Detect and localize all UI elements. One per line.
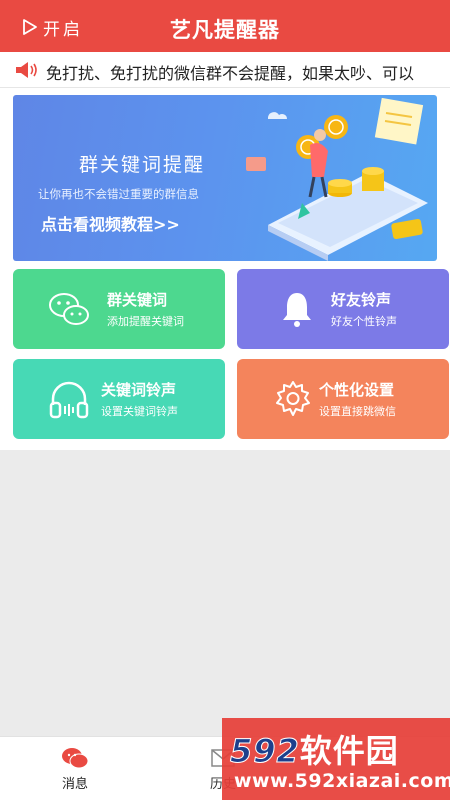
watermark-logo: 592软件园 [230, 732, 399, 771]
card-subtitle: 设置关键词铃声 [101, 405, 178, 418]
card-subtitle: 好友个性铃声 [331, 315, 397, 328]
keyword-ringtone-card[interactable]: 关键词铃声 设置关键词铃声 [13, 359, 225, 439]
nav-label: 消息 [61, 777, 88, 792]
watermark: 592软件园 www.592xiazai.com [222, 718, 450, 800]
video-tutorial-link[interactable]: 点击看视频教程>> [41, 211, 180, 235]
personal-settings-card[interactable]: 个性化设置 设置直接跳微信 [237, 359, 449, 439]
card-title: 好友铃声 [331, 291, 392, 309]
app-header: 开启 艺凡提醒器 [0, 0, 450, 52]
card-title: 群关键词 [107, 291, 168, 309]
card-subtitle: 设置直接跳微信 [319, 405, 396, 418]
tutorial-banner[interactable]: 群关键词提醒 让你再也不会错过重要的群信息 点击看视频教程>> [13, 95, 437, 261]
card-title: 关键词铃声 [101, 381, 177, 399]
watermark-url: www.592xiazai.com [234, 770, 450, 792]
wechat-icon [49, 293, 89, 325]
card-title: 个性化设置 [319, 381, 395, 399]
chat-icon [62, 748, 89, 769]
gear-icon [276, 381, 310, 416]
phone-illustration [246, 97, 428, 261]
speaker-icon [16, 62, 37, 78]
notice-text: 免打扰、免打扰的微信群不会提醒，如果太吵、可以 [46, 64, 415, 83]
main-content: 群关键词提醒 让你再也不会错过重要的群信息 点击看视频教程>> 群关键词 添加提… [0, 88, 450, 450]
page-title: 艺凡提醒器 [170, 18, 280, 42]
card-subtitle: 添加提醒关键词 [107, 315, 184, 328]
banner-subtitle: 让你再也不会错过重要的群信息 [38, 187, 199, 201]
notice-marquee: 免打扰、免打扰的微信群不会提醒，如果太吵、可以 [0, 52, 450, 88]
bell-icon [283, 293, 311, 327]
friend-ringtone-card[interactable]: 好友铃声 好友个性铃声 [237, 269, 449, 349]
banner-title: 群关键词提醒 [79, 154, 206, 176]
group-keyword-card[interactable]: 群关键词 添加提醒关键词 [13, 269, 225, 349]
headphones-icon [49, 381, 89, 419]
nav-item-messages[interactable]: 消息 [35, 747, 115, 792]
